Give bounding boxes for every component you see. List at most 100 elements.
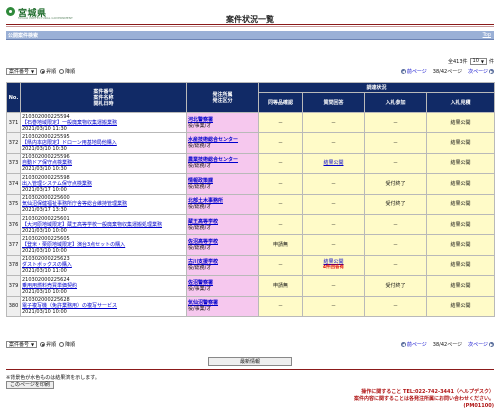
qa-status: － [302,173,365,195]
case-name-link[interactable]: 出入管理システム保守点検業務 [22,181,92,187]
result-count: 全413件 10 ▼ 件 [448,57,494,65]
estimate-status: 結果公開 [425,234,496,256]
table-row: 376 210302000225601 【大河原地域限定】蔵王高等学校一般廃棄物収集… [6,213,496,236]
org-cell: 蔵王高等学校 役/総務/オ [186,213,259,236]
org-cell: 古川支援学校 役/総務/オ [186,254,259,277]
case-cell: 210302000225601 【大河原地域限定】蔵王高等学校一般廃棄物収集運搬処… [20,213,187,236]
contact-info: 操作に関すること TEL:022-742-3441（ヘルプデスク） 案件内容に関… [354,389,494,410]
qa-status: － [302,295,365,317]
case-cell: 210302000225624 乗用用燃料売買単価契約 2021/03/10 10:… [20,275,187,297]
top-link[interactable]: Top [483,32,491,38]
org-cell: 佐沼高等学校 役/総務/オ [186,234,259,256]
org-link[interactable]: 情報政策課 [188,178,213,184]
bottom-toolbar: 案件番号 ▼ 昇順 降順 ◀ 前ページ 38/42ページ 次ページ ▶ [6,341,494,350]
org-cell: 情報政策課 役/総務/オ [186,173,259,195]
estimate-status: 結果公開 [425,173,496,195]
case-cell: 210302000225623 ダストボックスの購入 2021/03/10 11:0… [20,254,187,277]
org-link[interactable]: 佐沼警察署 [188,280,213,286]
equiv-status: 申請無 [258,234,303,256]
qa-status: － [302,132,365,154]
participation-status: 受付終了 [364,275,427,297]
equiv-status: － [258,173,303,195]
prev-page-link[interactable]: ◀ 前ページ [400,68,427,75]
asc-radio[interactable]: 昇順 [40,68,56,75]
participation-status: － [364,295,427,317]
case-cell: 210302000225600 気仙沼保健福祉事務所庁舎等総合維持管理業務 2021… [20,193,187,215]
next-page-link-bottom[interactable]: 次ページ ▶ [468,341,494,348]
arrow-right-icon: ▶ [489,69,494,74]
org-link[interactable]: 蔵王高等学校 [188,219,218,225]
chevron-down-icon: ▼ [31,342,35,347]
desc-radio-bottom[interactable]: 降順 [59,341,75,348]
org-cell: 水産技術総合センター 役/総務/オ [186,132,259,154]
header-survey: 調達状況 [257,82,496,93]
case-cell: 210302000225594 【石巻地域限定】一般廃棄物収集運搬業務 2021/0… [20,111,187,134]
sort-field-select[interactable]: 案件番号 ▼ [6,68,38,75]
top-toolbar: 案件番号 ▼ 昇順 降順 ◀ 前ページ 38/42ページ 次ページ ▶ [6,68,494,77]
print-page-button[interactable]: このページを印刷 [6,381,54,389]
order-kind: 役/総務/オ [188,245,212,252]
org-link[interactable]: 河北警察署 [188,117,213,123]
order-kind: 役/総務/オ [188,183,212,190]
case-name-link[interactable]: 【石巻地域限定】一般廃棄物収集運搬業務 [22,120,117,126]
opening-date: 2021/03/10 11:00 [22,268,67,275]
participation-status: 受付終了 [364,193,427,215]
equiv-status: － [258,111,303,134]
per-page-select[interactable]: 10 ▼ [469,57,487,65]
qa-status: － [302,213,365,236]
table-row: 373 210302000225596 自動ドア保守点検業務 2021/03/10 1… [6,152,496,175]
radio-checked-icon [40,69,46,74]
qa-note: 4件回答有 [322,265,345,271]
header-divider [6,24,494,25]
org-cell: 農業技術総合センター 役/総務/オ [186,152,259,175]
equiv-status: － [258,152,303,175]
qa-status: － [302,275,365,297]
estimate-status: 結果公開 [425,132,496,154]
order-kind: 役/事業/オ [188,122,212,129]
chevron-down-icon: ▼ [480,58,484,64]
equiv-status: － [258,295,303,317]
row-number: 376 [6,213,21,236]
arrow-right-icon: ▶ [489,342,494,347]
radio-unchecked-icon [59,342,65,347]
estimate-status: 結果公開 [425,152,496,175]
desc-radio[interactable]: 降順 [59,68,75,75]
qa-result-link[interactable]: 結果公開 [323,160,343,166]
opening-date: 2021/03/10 10:00 [22,227,67,234]
equiv-status: － [258,132,303,154]
equiv-status: － [258,193,303,215]
table-row: 380 210302000225628 電子複写機（免許業務用）の複写サービス 202… [6,295,496,317]
opening-date: 2021/03/10 10:00 [22,248,67,255]
order-kind: 役/事業/オ [188,306,212,313]
table-row: 378 210302000225623 ダストボックスの購入 2021/03/10 1… [6,254,496,277]
header-qa: 質問回答 [302,92,365,113]
row-number: 373 [6,152,21,175]
estimate-status: 結果公開 [425,275,496,297]
legend-note: ※背景色が水色ものは結果済を示します。 [6,375,100,381]
case-cell: 210302000225595 【県内本店限定】ドローン用基地局他購入 2021/0… [20,132,187,154]
participation-status: － [364,234,427,256]
case-name-link[interactable]: 乗用用燃料売買単価契約 [22,283,77,289]
header-estimate: 入札見積 [425,92,496,113]
order-kind: 役/総務/オ [188,265,212,272]
order-kind: 役/総務/オ [188,143,212,150]
asc-radio-bottom[interactable]: 昇順 [40,341,56,348]
header-equiv: 同等品確認 [258,92,303,113]
participation-status: － [364,132,427,154]
qa-status: － [302,111,365,134]
estimate-status: 結果公開 [425,193,496,215]
count-suffix: 件 [488,58,494,65]
row-number: 380 [6,295,21,317]
latest-info-button[interactable]: 最新情報 [208,357,292,366]
prev-page-link-bottom[interactable]: ◀ 前ページ [400,341,427,348]
next-page-link[interactable]: 次ページ ▶ [468,68,494,75]
case-cell: 210302000225596 自動ドア保守点検業務 2021/03/10 10:3… [20,152,187,175]
header-no: No. [6,82,21,113]
opening-date: 2021/03/17 13:30 [22,207,67,214]
sort-field-select-bottom[interactable]: 案件番号 ▼ [6,341,38,348]
order-kind: 役/事業/オ [188,285,212,292]
row-number: 374 [6,173,21,195]
estimate-status: 結果公開 [425,254,496,277]
case-name-link[interactable]: 【大河原地域限定】蔵王高等学校一般廃棄物収集運搬処理業務 [22,222,162,228]
estimate-status: 結果公開 [425,213,496,236]
